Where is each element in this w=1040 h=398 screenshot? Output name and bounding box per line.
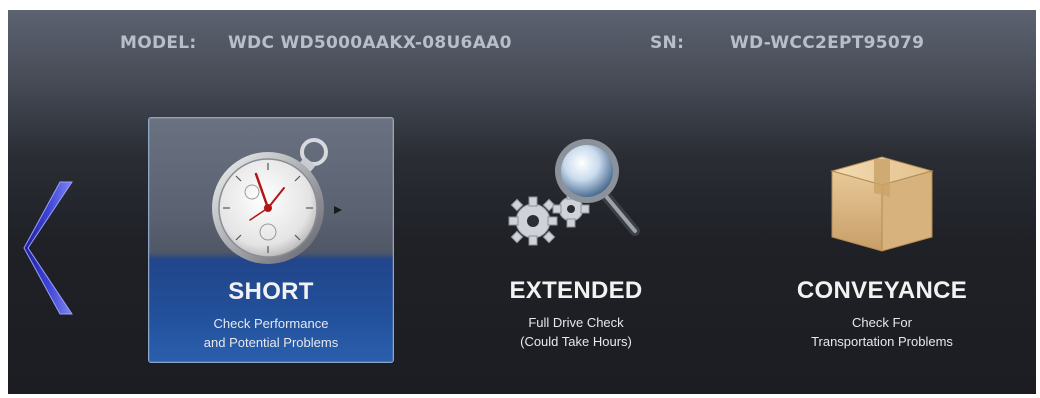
test-title-conveyance: CONVEYANCE <box>796 277 968 304</box>
test-description-line: (Could Take Hours) <box>520 334 632 349</box>
test-description-line: Check For <box>852 315 912 330</box>
test-description-line: Transportation Problems <box>811 334 953 349</box>
back-button[interactable] <box>22 180 74 316</box>
cardboard-box-icon <box>822 147 942 262</box>
test-description-line: and Potential Problems <box>203 335 339 350</box>
diagnostic-test-panel: MODEL: WDC WD5000AAKX-08U6AA0 SN: WD-WCC… <box>8 10 1036 394</box>
test-description-line: Check Performance <box>213 316 329 331</box>
test-title-short: SHORT <box>228 278 314 305</box>
test-option-conveyance[interactable]: CONVEYANCE Check For Transportation Prob… <box>760 117 1004 361</box>
model-value: WDC WD5000AAKX-08U6AA0 <box>228 33 512 53</box>
chevron-left-icon <box>23 181 73 315</box>
test-description-short: Check Performance and Potential Problems <box>149 314 393 352</box>
stopwatch-icon <box>196 128 346 273</box>
test-description-conveyance: Check For Transportation Problems <box>760 313 1004 351</box>
serial-number-label: SN: <box>650 33 685 53</box>
test-description-line: Full Drive Check <box>528 315 624 330</box>
model-label: MODEL: <box>120 33 197 53</box>
test-option-extended[interactable]: EXTENDED Full Drive Check (Could Take Ho… <box>454 117 698 361</box>
serial-number-value: WD-WCC2EPT95079 <box>730 33 925 53</box>
test-title-extended: EXTENDED <box>509 277 643 304</box>
test-description-extended: Full Drive Check (Could Take Hours) <box>454 313 698 351</box>
gears-magnifier-icon <box>501 131 651 256</box>
test-option-short[interactable]: SHORT Check Performance and Potential Pr… <box>148 117 394 363</box>
